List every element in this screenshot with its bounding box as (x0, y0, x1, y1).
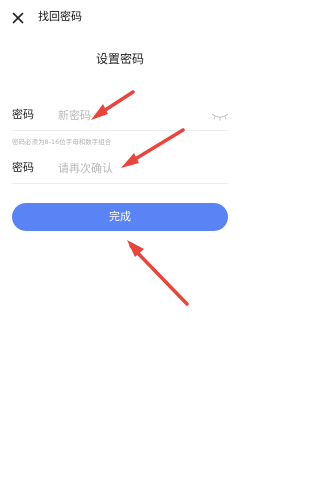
new-password-input[interactable] (58, 104, 198, 126)
annotation-arrow (127, 240, 189, 306)
password-visibility-toggle[interactable] (210, 108, 230, 122)
close-button[interactable] (8, 8, 28, 28)
confirm-password-input[interactable] (58, 157, 198, 179)
eye-closed-icon (211, 113, 229, 121)
done-button[interactable]: 完成 (12, 203, 228, 231)
divider (12, 183, 228, 184)
password-hint: 密码必须为8-16位字母和数字组合 (12, 138, 112, 146)
confirm-password-row: 密码 (0, 153, 240, 183)
close-icon (12, 12, 24, 24)
confirm-password-label: 密码 (12, 161, 34, 174)
divider (12, 130, 228, 131)
new-password-label: 密码 (12, 108, 34, 121)
top-bar: 找回密码 (0, 0, 240, 36)
annotation-arrows (91, 90, 189, 306)
header-title: 找回密码 (38, 10, 82, 23)
page-title: 设置密码 (95, 52, 144, 66)
new-password-row: 密码 (0, 100, 240, 130)
